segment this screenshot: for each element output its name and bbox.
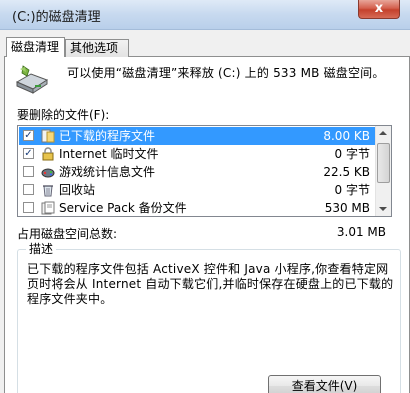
lock-icon — [42, 147, 54, 161]
title-bar[interactable]: (C:)的磁盘清理 x — [0, 0, 410, 30]
game-controller-icon — [41, 168, 55, 178]
description-text: 已下载的程序文件包括 ActiveX 控件和 Java 小程序,你查看特定网页时… — [27, 262, 394, 306]
item-name: 已下载的程序文件 — [59, 129, 156, 143]
close-button[interactable]: x — [358, 0, 400, 19]
scroll-thumb[interactable] — [377, 143, 390, 183]
item-name: Internet 临时文件 — [59, 147, 159, 161]
item-name: Service Pack 备份文件 — [59, 201, 187, 215]
list-item[interactable]: ✓ Internet 临时文件 0 字节 — [19, 145, 376, 163]
list-item[interactable]: ✓ 已下载的程序文件 8.00 KB — [19, 127, 376, 145]
item-name: 游戏统计信息文件 — [59, 165, 156, 179]
folder-icon — [41, 129, 55, 143]
checkbox[interactable]: ✓ — [23, 130, 34, 141]
checkbox[interactable] — [23, 202, 34, 213]
list-item[interactable]: 回收站 0 字节 — [19, 181, 376, 199]
backup-icon — [41, 201, 55, 215]
description-title: 描述 — [26, 240, 57, 257]
list-item[interactable]: Service Pack 备份文件 530 MB — [19, 199, 376, 216]
item-size: 22.5 KB — [323, 165, 370, 179]
view-files-button[interactable]: 查看文件(V) — [268, 375, 381, 393]
checkbox[interactable] — [23, 166, 34, 177]
intro-text: 可以使用“磁盘清理”来释放 (C:) 上的 533 MB 磁盘空间。 — [67, 66, 385, 80]
disk-cleanup-icon — [15, 65, 49, 94]
item-name: 回收站 — [59, 183, 96, 197]
tab-more-options[interactable]: 其他选项 — [65, 39, 129, 57]
item-size: 0 字节 — [334, 183, 370, 197]
item-size: 8.00 KB — [323, 129, 370, 143]
disk-cleanup-window: (C:)的磁盘清理 x 磁盘清理 其他选项 可以使用“磁盘清理”来释放 (C:)… — [0, 0, 410, 393]
close-icon: x — [374, 1, 384, 16]
total-space-value: 3.01 MB — [336, 225, 386, 239]
checkbox[interactable]: ✓ — [23, 148, 34, 159]
checkbox[interactable] — [23, 184, 34, 195]
list-scrollbar[interactable] — [375, 126, 391, 216]
files-to-delete-list[interactable]: ✓ 已下载的程序文件 8.00 KB ✓ Internet 临时文件 0 字节 — [17, 125, 392, 217]
tab-disk-cleanup[interactable]: 磁盘清理 — [6, 37, 65, 57]
list-item[interactable]: 游戏统计信息文件 22.5 KB — [19, 163, 376, 181]
recycle-bin-icon — [43, 185, 53, 197]
scroll-up-icon[interactable] — [379, 131, 387, 135]
item-size: 0 字节 — [334, 147, 370, 161]
window-title: (C:)的磁盘清理 — [12, 10, 101, 25]
item-size: 530 MB — [324, 201, 370, 215]
files-to-delete-label: 要删除的文件(F): — [17, 108, 110, 122]
scroll-down-icon[interactable] — [379, 207, 387, 211]
